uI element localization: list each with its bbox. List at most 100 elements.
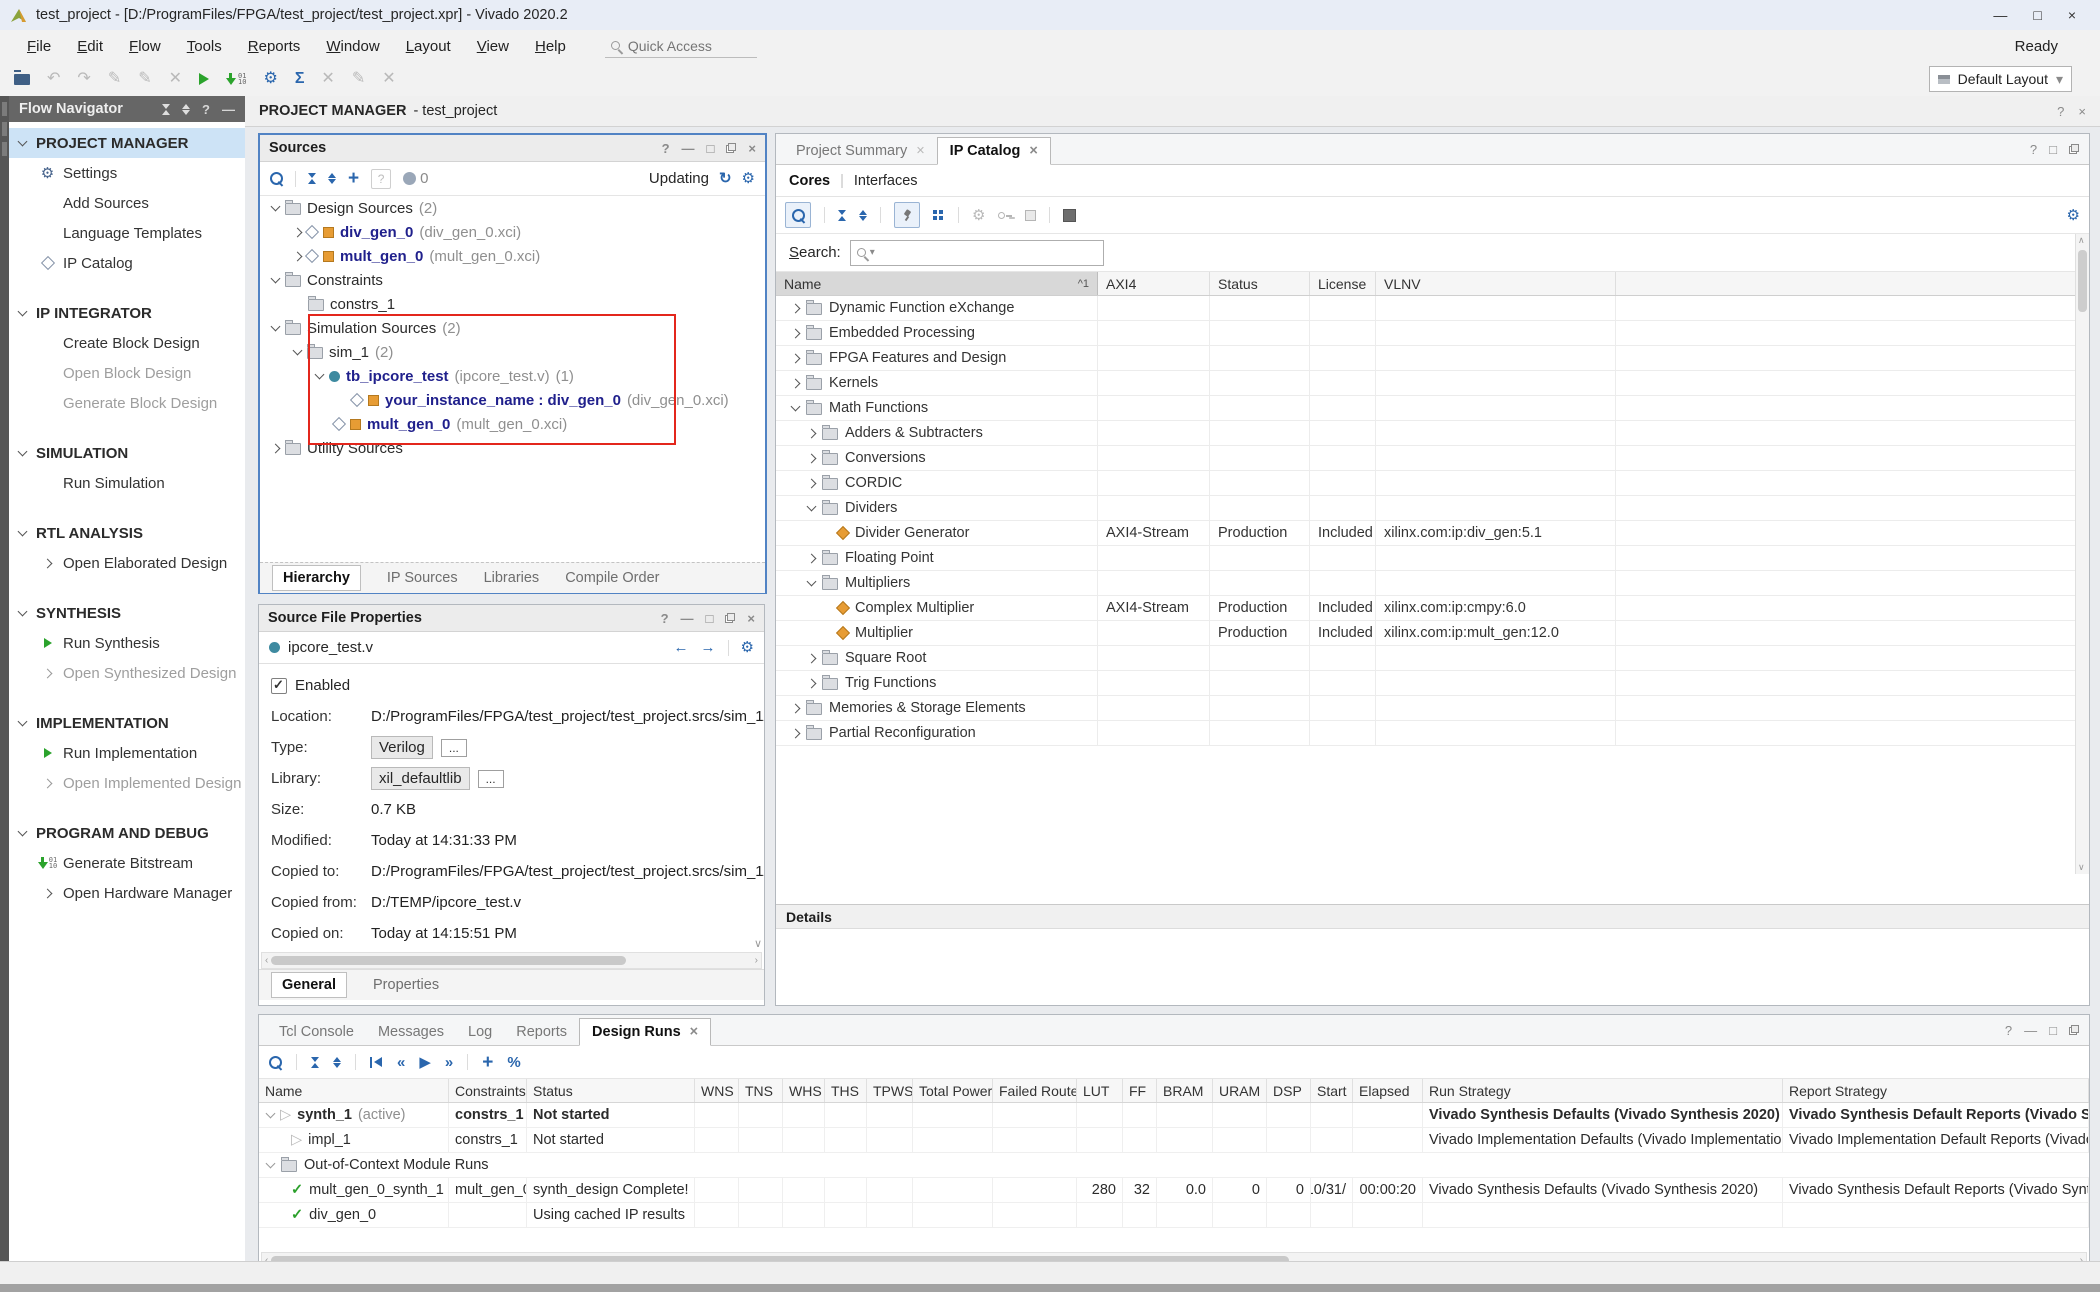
sidebar-item-run-implementation[interactable]: Run Implementation [9,738,245,768]
scrollbar-thumb[interactable] [2078,250,2087,312]
ip-row-multiplier[interactable]: MultiplierProductionIncludedxilinx.com:i… [776,621,2089,646]
sidebar-section-rtl-analysis[interactable]: RTL ANALYSIS [9,518,245,548]
messages-badge[interactable]: 0 [403,170,428,187]
sidebar-item-open-implemented-design[interactable]: Open Implemented Design [9,768,245,798]
sidebar-section-project-manager[interactable]: PROJECT MANAGER [9,128,245,158]
run-row-impl-1[interactable]: impl_1 constrs_1Not started Vivado Imple… [259,1128,2089,1153]
sidebar-item-create-block-design[interactable]: Create Block Design [9,328,245,358]
help-icon[interactable] [661,612,669,625]
sidebar-item-add-sources[interactable]: Add Sources [9,188,245,218]
ip-row[interactable]: Multipliers [776,571,2089,596]
sidebar-item-open-elaborated-design[interactable]: Open Elaborated Design [9,548,245,578]
float-icon[interactable] [2069,144,2079,154]
ip-search-box[interactable] [850,240,1104,266]
maximize-icon[interactable] [2049,1024,2057,1037]
subtab-cores[interactable]: Cores [789,173,830,189]
sidebar-section-synthesis[interactable]: SYNTHESIS [9,598,245,628]
collapse-all-icon[interactable] [162,104,170,115]
tab-ip-sources[interactable]: IP Sources [387,570,458,586]
ip-packager-icon[interactable] [1025,210,1036,221]
tree-row-div-gen-0[interactable]: div_gen_0(div_gen_0.xci) [260,220,765,244]
tab-reports[interactable]: Reports [504,1019,579,1045]
tree-row-constrs-1[interactable]: constrs_1 [260,292,765,316]
expand-all-icon[interactable] [182,104,190,115]
sidebar-item-language-templates[interactable]: Language Templates [9,218,245,248]
search-icon[interactable] [785,202,811,228]
sidebar-item-open-block-design[interactable]: Open Block Design [9,358,245,388]
float-icon[interactable] [2069,1025,2079,1035]
expand-all-icon[interactable] [859,210,867,221]
scroll-up-icon[interactable] [2078,236,2085,245]
sidebar-section-ip-integrator[interactable]: IP INTEGRATOR [9,298,245,328]
float-icon[interactable] [725,613,735,623]
help-icon[interactable] [202,103,210,116]
forward-icon[interactable] [701,640,716,655]
undo-icon[interactable] [47,71,60,87]
enabled-checkbox[interactable] [271,678,287,694]
tree-row-design-sources[interactable]: Design Sources(2) [260,196,765,220]
column-license[interactable]: License [1310,272,1376,295]
copy-icon[interactable] [108,71,121,87]
run-icon[interactable] [199,73,209,85]
menu-layout[interactable]: Layout [393,34,464,59]
collapse-all-icon[interactable] [311,1057,319,1068]
left-dock-strip[interactable] [0,96,9,1262]
ip-row[interactable]: Partial Reconfiguration [776,721,2089,746]
help-icon[interactable] [662,142,670,155]
sidebar-item-open-hardware-manager[interactable]: Open Hardware Manager [9,878,245,908]
quick-access-input[interactable] [626,37,740,55]
generate-bitstream-icon[interactable] [226,73,246,86]
column-status[interactable]: Status [1210,272,1310,295]
tab-messages[interactable]: Messages [366,1019,456,1045]
run-row-div-gen-0[interactable]: div_gen_0 Using cached IP results [259,1203,2089,1228]
minimize-icon[interactable] [681,612,694,625]
gear-icon[interactable] [742,171,755,186]
sidebar-item-settings[interactable]: Settings [9,158,245,188]
tab-compile-order[interactable]: Compile Order [565,570,659,586]
menu-window[interactable]: Window [313,34,392,59]
sidebar-item-generate-block-design[interactable]: Generate Block Design [9,388,245,418]
sfp-header[interactable]: Source File Properties [259,605,764,632]
tree-row-simulation-sources[interactable]: Simulation Sources(2) [260,316,765,340]
customize-ip-icon[interactable] [972,208,985,223]
sidebar-item-generate-bitstream[interactable]: Generate Bitstream [9,848,245,878]
tree-row-utility-sources[interactable]: Utility Sources [260,436,765,460]
go-to-first-icon[interactable] [370,1057,383,1068]
refresh-icon[interactable] [719,171,732,186]
progress-icon[interactable] [507,1055,520,1070]
close-button[interactable] [2068,8,2076,22]
tab-design-runs[interactable]: Design Runs [579,1018,711,1046]
scroll-down-icon[interactable] [2078,863,2085,872]
gear-icon[interactable] [741,640,754,655]
close-tab-icon[interactable] [690,1025,698,1040]
tree-row-your-instance-name[interactable]: your_instance_name : div_gen_0(div_gen_0… [260,388,765,412]
ip-row[interactable]: Adders & Subtracters [776,421,2089,446]
scroll-left-icon[interactable]: ‹ [265,956,268,966]
subtab-interfaces[interactable]: Interfaces [854,173,918,189]
license-key-icon[interactable] [998,209,1012,221]
ip-row[interactable]: Trig Functions [776,671,2089,696]
sidebar-item-run-simulation[interactable]: Run Simulation [9,468,245,498]
hide-incompatible-icon[interactable] [894,202,920,228]
sfp-horizontal-scrollbar[interactable]: ‹ › [261,952,762,969]
tree-row-sim-1[interactable]: sim_1(2) [260,340,765,364]
open-project-icon[interactable] [14,74,30,85]
menu-help[interactable]: Help [522,34,579,59]
close-tab-icon[interactable] [916,144,924,159]
cancel-icon[interactable] [382,71,395,87]
close-tab-icon[interactable] [1029,144,1037,159]
minimize-icon[interactable] [2024,1024,2037,1037]
library-browse-button[interactable]: ... [478,770,504,788]
ip-row[interactable]: Conversions [776,446,2089,471]
help-icon[interactable] [2005,1024,2012,1037]
sidebar-section-simulation[interactable]: SIMULATION [9,438,245,468]
menu-edit[interactable]: Edit [64,34,116,59]
close-workspace-icon[interactable] [2078,105,2086,118]
minimize-icon[interactable] [682,142,695,155]
delete-icon[interactable] [169,71,182,87]
ip-row[interactable]: FPGA Features and Design [776,346,2089,371]
run-row-group-ooc[interactable]: Out-of-Context Module Runs [259,1153,2089,1178]
ip-row[interactable]: Memories & Storage Elements [776,696,2089,721]
run-row-synth-1[interactable]: synth_1(active) constrs_1Not started Viv… [259,1103,2089,1128]
ip-row[interactable]: Dynamic Function eXchange [776,296,2089,321]
